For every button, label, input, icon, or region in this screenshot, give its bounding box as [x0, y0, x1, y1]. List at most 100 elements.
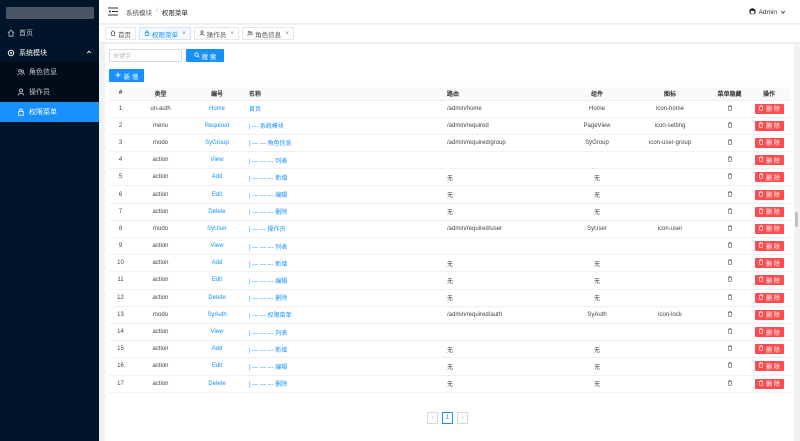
row-name[interactable]: | --- --- --- 删除: [245, 375, 445, 393]
row-name[interactable]: | --- --- --- 删除: [245, 289, 445, 307]
delete-button[interactable]: 删 除: [754, 361, 784, 372]
trash-icon[interactable]: [727, 122, 733, 128]
row-name[interactable]: | --- --- 权限菜单: [245, 306, 445, 324]
row-name[interactable]: | --- --- --- 编辑: [245, 185, 445, 204]
trash-icon[interactable]: [727, 328, 733, 334]
breadcrumb-item[interactable]: 系统模块: [126, 7, 152, 17]
row-name[interactable]: | --- --- --- 列表: [245, 323, 445, 342]
delete-button[interactable]: 删 除: [754, 189, 784, 200]
row-code[interactable]: Delete: [189, 375, 245, 393]
menu-fold-icon[interactable]: [108, 7, 118, 16]
row-name[interactable]: | --- 系统模块: [245, 117, 445, 135]
delete-icon: [758, 225, 764, 233]
delete-button[interactable]: 删 除: [754, 309, 784, 320]
row-code[interactable]: Home: [189, 100, 245, 118]
trash-icon[interactable]: [727, 311, 733, 317]
delete-button[interactable]: 删 除: [754, 258, 784, 269]
delete-button[interactable]: 删 除: [754, 241, 784, 252]
row-code[interactable]: SyUser: [189, 220, 245, 239]
row-code[interactable]: View: [189, 323, 245, 342]
trash-icon[interactable]: [727, 156, 733, 162]
chevron-up-icon: [86, 49, 92, 57]
delete-button[interactable]: 删 除: [754, 103, 784, 114]
row-code[interactable]: Edit: [189, 185, 245, 204]
sidebar-item-home[interactable]: 首页: [0, 23, 99, 42]
row-code[interactable]: View: [189, 151, 245, 170]
delete-button[interactable]: 删 除: [754, 120, 784, 131]
trash-icon[interactable]: [727, 190, 733, 197]
trash-icon[interactable]: [727, 208, 733, 214]
sidebar-item-operators[interactable]: 操作员: [0, 82, 99, 102]
row-name[interactable]: | --- --- --- 列表: [245, 237, 445, 256]
trash-icon[interactable]: [727, 276, 733, 283]
delete-button[interactable]: 删 除: [754, 292, 784, 303]
delete-button[interactable]: 删 除: [754, 206, 784, 217]
row-code[interactable]: Required: [189, 117, 245, 135]
row-name[interactable]: | --- --- --- 新增: [245, 168, 445, 187]
delete-button[interactable]: 删 除: [754, 344, 784, 355]
trash-icon[interactable]: [727, 173, 733, 180]
tab-roles[interactable]: 角色信息 ×: [242, 27, 294, 40]
trash-icon[interactable]: [727, 105, 733, 111]
tab-permissions[interactable]: 权限菜单 ×: [139, 27, 191, 40]
row-code[interactable]: Delete: [189, 203, 245, 221]
row-code[interactable]: Edit: [189, 357, 245, 376]
trash-icon[interactable]: [727, 259, 733, 265]
tab-home[interactable]: 首页: [105, 27, 136, 40]
delete-button[interactable]: 删 除: [754, 327, 784, 338]
trash-icon[interactable]: [727, 242, 733, 248]
user-menu[interactable]: Admin: [748, 8, 786, 17]
row-name[interactable]: | --- --- --- 编辑: [245, 271, 445, 290]
search-button[interactable]: 搜 索: [186, 49, 224, 62]
delete-button[interactable]: 删 除: [754, 172, 784, 183]
row-name[interactable]: 首页: [245, 100, 445, 118]
delete-button[interactable]: 删 除: [754, 137, 784, 148]
row-name[interactable]: | --- --- --- 编辑: [245, 357, 445, 376]
close-icon[interactable]: ×: [230, 30, 234, 37]
sidebar-group-system[interactable]: 系统模块: [0, 43, 99, 62]
delete-button[interactable]: 删 除: [754, 275, 784, 286]
row-code[interactable]: SyGroup: [189, 134, 245, 153]
row-name[interactable]: | --- --- --- 新增: [245, 340, 445, 359]
row-code[interactable]: Add: [189, 340, 245, 359]
row-code[interactable]: Add: [189, 168, 245, 187]
action-cell: 删 除: [748, 289, 790, 307]
row-code[interactable]: Add: [189, 254, 245, 273]
row-code[interactable]: SyAuth: [189, 306, 245, 324]
delete-button[interactable]: 删 除: [754, 223, 784, 234]
sidebar-item-roles[interactable]: 角色信息: [0, 62, 99, 82]
scrollbar-thumb[interactable]: [795, 212, 798, 227]
delete-label: 删 除: [766, 175, 780, 182]
trash-icon[interactable]: [727, 345, 733, 351]
tab-operators[interactable]: 操作员 ×: [193, 27, 240, 40]
close-icon[interactable]: ×: [182, 30, 186, 37]
delete-button[interactable]: 删 除: [754, 155, 784, 166]
row-type: action: [132, 168, 189, 187]
trash-icon[interactable]: [727, 362, 733, 369]
trash-icon[interactable]: [727, 294, 733, 300]
row-name[interactable]: | --- --- 角色信息: [245, 134, 445, 153]
row-name[interactable]: | --- --- --- 删除: [245, 203, 445, 221]
row-code[interactable]: View: [189, 237, 245, 256]
row-name[interactable]: | --- --- --- 新增: [245, 254, 445, 273]
menu-hidden-cell: [711, 375, 748, 393]
prev-page-button[interactable]: ‹: [427, 412, 438, 424]
row-component: SyAuth: [565, 306, 629, 324]
row-code[interactable]: Delete: [189, 289, 245, 307]
trash-icon[interactable]: [727, 225, 733, 231]
sidebar-item-permissions[interactable]: 权限菜单: [0, 102, 99, 122]
table-row: 7 action Delete | --- --- --- 删除无无删 除: [109, 203, 790, 221]
row-index: 1: [109, 100, 132, 118]
page-number[interactable]: 1: [442, 412, 453, 424]
delete-button[interactable]: 删 除: [754, 378, 784, 389]
next-page-button[interactable]: ›: [457, 412, 468, 424]
row-code[interactable]: Edit: [189, 271, 245, 290]
row-name[interactable]: | --- --- 操作员: [245, 220, 445, 239]
row-name[interactable]: | --- --- --- 列表: [245, 151, 445, 170]
add-button[interactable]: 新 增: [109, 69, 144, 82]
search-input[interactable]: 关键字: [109, 49, 182, 62]
row-component: 无: [565, 185, 629, 204]
close-icon[interactable]: ×: [285, 30, 289, 37]
trash-icon[interactable]: [727, 139, 733, 145]
trash-icon[interactable]: [727, 380, 733, 386]
